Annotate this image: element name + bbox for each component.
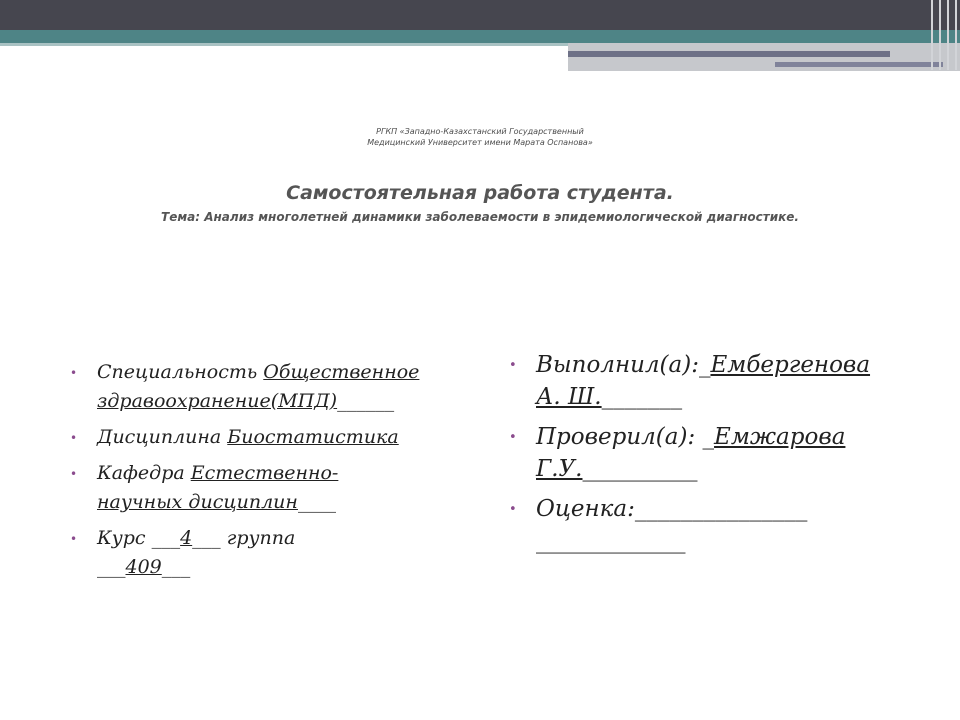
grade-blank-2: _____________: [536, 528, 686, 554]
course-value: 4: [180, 527, 193, 549]
header-slate-bar-short: [775, 62, 943, 67]
page-title: Самостоятельная работа студента.: [286, 182, 674, 204]
performed-value: Ембергенова: [710, 352, 871, 378]
department-value: Естественно-: [190, 462, 339, 484]
course-blank-post: ___: [192, 527, 221, 549]
checked-blank-pre: _: [702, 424, 715, 450]
list-item-discipline: • Дисциплина Биостатистика: [70, 423, 470, 452]
performed-label: Выполнил(а):: [536, 352, 699, 378]
topic-line: Тема: Анализ многолетней динамики заболе…: [161, 210, 799, 224]
header-teal-light-bar: [0, 43, 570, 46]
department-blank: ____: [297, 491, 336, 513]
student-info-list: • Специальность Общественное здравоохран…: [70, 358, 470, 589]
bullet-icon: •: [70, 532, 78, 546]
specialty-value-cont: здравоохранение(МПД): [97, 390, 338, 412]
list-item-specialty: • Специальность Общественное здравоохран…: [70, 358, 470, 416]
decor-stripe: [931, 0, 933, 70]
checked-value-cont: Г.У.: [536, 456, 583, 482]
signature-list: • Выполнил(а):_Ембергенова А. Ш._______ …: [509, 349, 929, 565]
bullet-icon: •: [70, 431, 78, 445]
list-item-grade: • Оценка:_______________ _____________: [509, 493, 929, 557]
group-label: группа: [220, 527, 296, 549]
department-value-cont: научных дисциплин: [97, 491, 298, 513]
performed-value-cont: А. Ш.: [536, 384, 602, 410]
list-item-checked: • Проверил(а): _Емжарова Г.У.__________: [509, 421, 929, 485]
grade-label: Оценка:: [536, 496, 635, 522]
department-label: Кафедра: [97, 462, 191, 484]
grade-blank-1: _______________: [634, 496, 808, 522]
discipline-value: Биостатистика: [227, 426, 399, 448]
list-item-department: • Кафедра Естественно- научных дисциплин…: [70, 459, 470, 517]
discipline-label: Дисциплина: [97, 426, 228, 448]
decor-stripe: [947, 0, 949, 70]
checked-label: Проверил(а):: [536, 424, 703, 450]
course-label: Курс: [97, 527, 152, 549]
list-item-performed: • Выполнил(а):_Ембергенова А. Ш._______: [509, 349, 929, 413]
group-value: 409: [125, 556, 162, 578]
group-blank-pre: ___: [97, 556, 126, 578]
list-item-course: • Курс ___4___ группа ___409___: [70, 524, 470, 582]
decor-stripe: [955, 0, 957, 70]
specialty-value: Общественное: [263, 361, 420, 383]
bullet-icon: •: [509, 358, 517, 373]
performed-blank: _______: [601, 384, 683, 410]
checked-blank-2: ________: [605, 456, 698, 482]
header-slate-bar: [568, 51, 890, 57]
header-dark-bar: [0, 0, 960, 30]
slide: РГКП «Западно-Казахстанский Государствен…: [0, 0, 960, 720]
performed-blank-pre: _: [698, 352, 711, 378]
specialty-blank: ______: [337, 390, 395, 412]
org-name-line1: РГКП «Западно-Казахстанский Государствен…: [376, 127, 584, 136]
bullet-icon: •: [509, 502, 517, 517]
bullet-icon: •: [70, 467, 78, 481]
decor-stripe: [939, 0, 941, 70]
bullet-icon: •: [70, 366, 78, 380]
header-teal-bar: [0, 30, 960, 43]
checked-value: Емжарова: [714, 424, 846, 450]
group-blank-post: ___: [161, 556, 191, 578]
bullet-icon: •: [509, 430, 517, 445]
course-blank-pre: ___: [151, 527, 181, 549]
specialty-label: Специальность: [97, 361, 264, 383]
checked-blank-1: __: [582, 456, 606, 482]
org-name-line2: Медицинский Университет имени Марата Осп…: [367, 138, 593, 147]
